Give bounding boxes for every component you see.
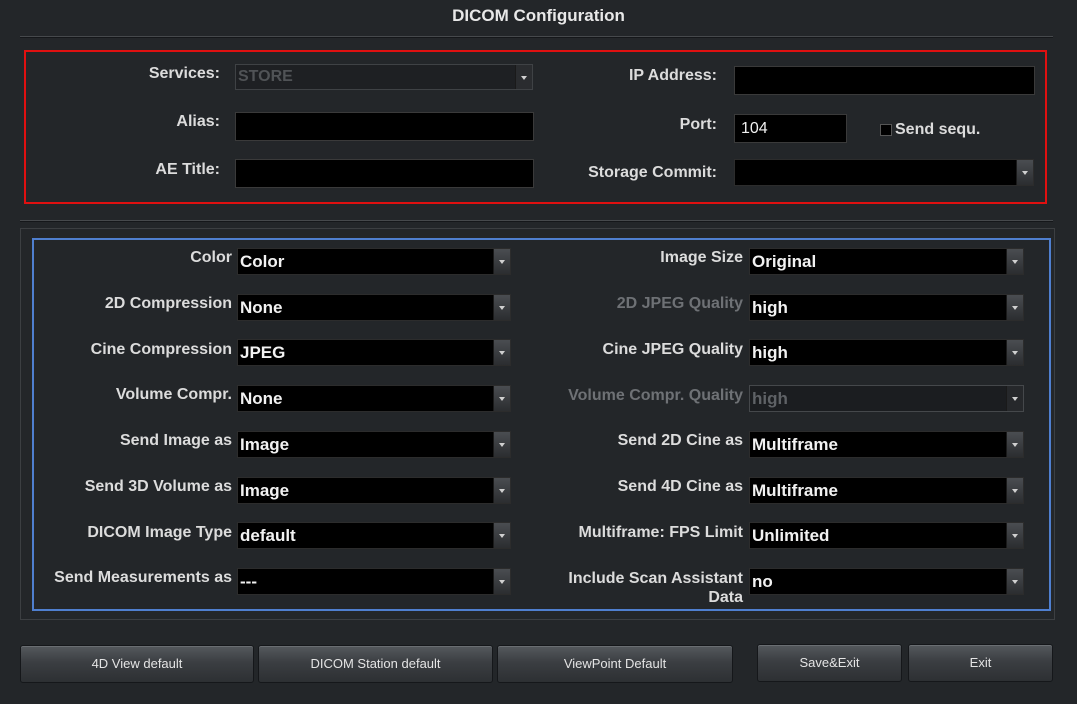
chevron-down-icon [1006, 478, 1023, 503]
cine-jpeg-quality-label: Cine JPEG Quality [602, 341, 743, 358]
chevron-down-icon [1006, 340, 1023, 365]
volume-compr-quality-dropdown: high [749, 385, 1024, 412]
2d-jpeg-quality-value: high [752, 298, 788, 317]
dicom-station-default-button[interactable]: DICOM Station default [258, 645, 493, 683]
2d-compression-value: None [240, 298, 283, 317]
cine-compression-label: Cine Compression [90, 341, 232, 358]
cine-compression-dropdown[interactable]: JPEG [237, 339, 511, 366]
send-4d-cine-as-dropdown[interactable]: Multiframe [749, 477, 1024, 504]
send-3d-volume-as-dropdown[interactable]: Image [237, 477, 511, 504]
send-measurements-as-dropdown[interactable]: --- [237, 568, 511, 595]
storage-commit-label: Storage Commit: [588, 164, 717, 181]
send-3d-volume-as-label: Send 3D Volume as [84, 478, 232, 495]
ip-address-field[interactable] [734, 66, 1035, 95]
port-field[interactable]: 104 [734, 114, 847, 143]
send-image-as-dropdown[interactable]: Image [237, 431, 511, 458]
chevron-down-icon [1006, 432, 1023, 457]
dicom-image-type-dropdown[interactable]: default [237, 522, 511, 549]
ae-title-label: AE Title: [155, 161, 220, 178]
send-image-as-value: Image [240, 435, 290, 454]
section-divider [20, 220, 1053, 222]
image-size-dropdown[interactable]: Original [749, 248, 1024, 275]
title-divider [20, 36, 1053, 38]
image-size-value: Original [752, 252, 817, 271]
chevron-down-icon [493, 478, 510, 503]
chevron-down-icon [493, 295, 510, 320]
dicom-image-type-value: default [240, 526, 296, 545]
multiframe-fps-limit-dropdown[interactable]: Unlimited [749, 522, 1024, 549]
alias-label: Alias: [176, 113, 220, 130]
chevron-down-icon [493, 523, 510, 548]
volume-compr-label: Volume Compr. [115, 386, 232, 403]
services-value: STORE [238, 68, 293, 85]
services-label: Services: [148, 65, 220, 82]
exit-button[interactable]: Exit [908, 644, 1053, 682]
2d-jpeg-quality-dropdown[interactable]: high [749, 294, 1024, 321]
chevron-down-icon [1006, 569, 1023, 594]
services-dropdown[interactable]: STORE [235, 64, 533, 90]
send-image-as-label: Send Image as [119, 432, 232, 449]
chevron-down-icon [1016, 160, 1033, 185]
chevron-down-icon [1006, 295, 1023, 320]
volume-compr-quality-value: high [752, 389, 788, 408]
volume-compr-dropdown[interactable]: None [237, 385, 511, 412]
dialog-title: DICOM Configuration [452, 6, 625, 25]
include-scan-assistant-data-label: Include Scan Assistant Data [568, 570, 743, 606]
chevron-down-icon [493, 340, 510, 365]
ip-address-label: IP Address: [628, 67, 717, 84]
chevron-down-icon [515, 65, 532, 89]
alias-field[interactable] [235, 112, 534, 141]
2d-jpeg-quality-label: 2D JPEG Quality [616, 295, 743, 312]
viewpoint-default-button[interactable]: ViewPoint Default [497, 645, 733, 683]
include-scan-assistant-data-value: no [752, 572, 773, 591]
chevron-down-icon [1006, 249, 1023, 274]
ae-title-field[interactable] [235, 159, 534, 188]
color-dropdown[interactable]: Color [237, 248, 511, 275]
chevron-down-icon [493, 249, 510, 274]
cine-jpeg-quality-value: high [752, 343, 788, 362]
color-label: Color [190, 249, 232, 266]
image-size-label: Image Size [660, 249, 743, 266]
include-scan-assistant-data-dropdown[interactable]: no [749, 568, 1024, 595]
chevron-down-icon [493, 432, 510, 457]
send-measurements-as-label: Send Measurements as [54, 569, 232, 586]
send-measurements-as-value: --- [240, 572, 257, 591]
color-value: Color [240, 252, 285, 271]
send-2d-cine-as-value: Multiframe [752, 435, 838, 454]
chevron-down-icon [493, 386, 510, 411]
send-2d-cine-as-label: Send 2D Cine as [617, 432, 743, 449]
volume-compr-quality-label: Volume Compr. Quality [568, 387, 743, 404]
cine-jpeg-quality-dropdown[interactable]: high [749, 339, 1024, 366]
chevron-down-icon [493, 569, 510, 594]
send-sequ-checkbox[interactable] [880, 124, 892, 136]
multiframe-fps-limit-value: Unlimited [752, 526, 830, 545]
cine-compression-value: JPEG [240, 343, 286, 362]
port-label: Port: [679, 116, 717, 133]
send-2d-cine-as-dropdown[interactable]: Multiframe [749, 431, 1024, 458]
volume-compr-value: None [240, 389, 283, 408]
chevron-down-icon [1006, 386, 1023, 411]
storage-commit-dropdown[interactable] [734, 159, 1034, 186]
send-4d-cine-as-value: Multiframe [752, 481, 838, 500]
4d-view-default-button[interactable]: 4D View default [20, 645, 254, 683]
multiframe-fps-limit-label: Multiframe: FPS Limit [578, 524, 743, 541]
2d-compression-dropdown[interactable]: None [237, 294, 511, 321]
chevron-down-icon [1006, 523, 1023, 548]
send-3d-volume-as-value: Image [240, 481, 290, 500]
send-4d-cine-as-label: Send 4D Cine as [617, 478, 743, 495]
send-sequ-label: Send sequ. [895, 121, 981, 138]
save-exit-button[interactable]: Save&Exit [757, 644, 902, 682]
dicom-image-type-label: DICOM Image Type [87, 524, 232, 541]
2d-compression-label: 2D Compression [104, 295, 232, 312]
